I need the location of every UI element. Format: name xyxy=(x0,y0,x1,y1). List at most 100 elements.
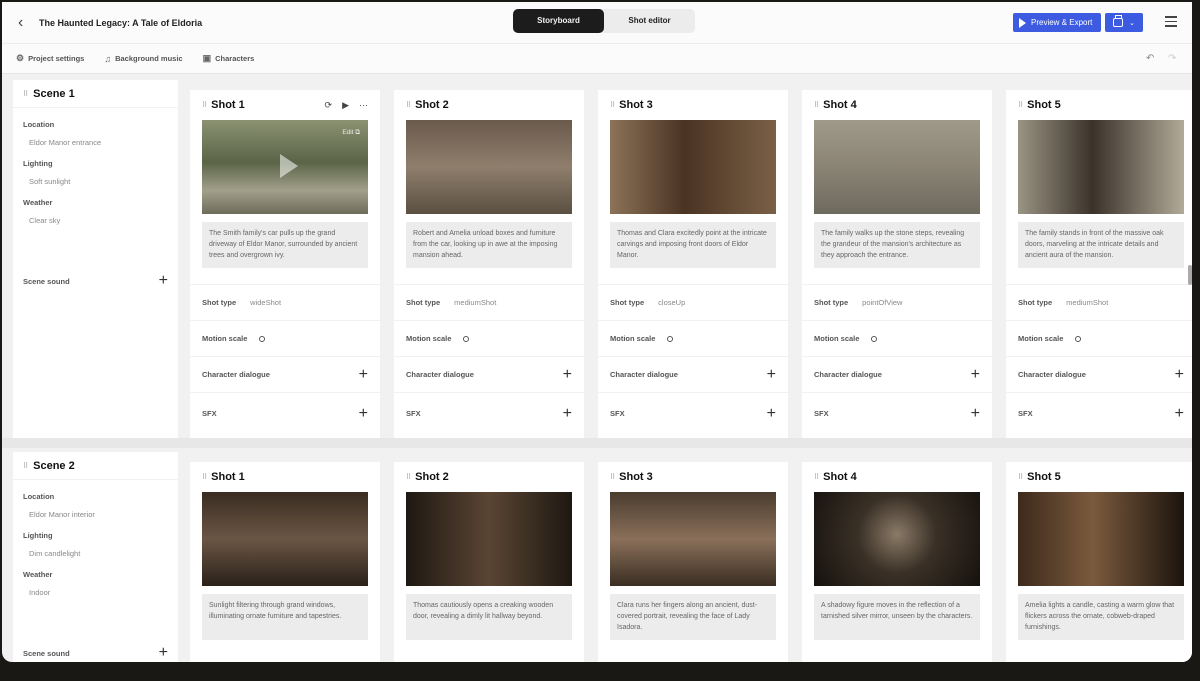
location-value[interactable]: Eldor Manor interior xyxy=(29,510,168,519)
drag-handle-icon[interactable]: ⠿ xyxy=(23,90,28,98)
shot-description[interactable]: The Smith family's car pulls up the gran… xyxy=(202,222,368,268)
shot-card[interactable]: ⠿ Shot 2 Thomas cautiously opens a creak… xyxy=(394,462,584,662)
add-dialogue-icon[interactable]: + xyxy=(971,366,980,383)
shot-description[interactable]: Sunlight filtering through grand windows… xyxy=(202,594,368,640)
motion-scale-label: Motion scale xyxy=(814,334,860,343)
shot-thumbnail[interactable] xyxy=(814,120,980,214)
drag-handle-icon[interactable]: ⠿ xyxy=(1018,473,1023,481)
motion-scale-slider[interactable] xyxy=(667,335,674,342)
drag-handle-icon[interactable]: ⠿ xyxy=(610,101,615,109)
characters-button[interactable]: ▣ Characters xyxy=(203,53,255,64)
shot-card[interactable]: ⠿ Shot 1 ⟳ ▶ ··· Edit ⧉ The Smith family… xyxy=(190,90,380,438)
regenerate-icon[interactable]: ⟳ xyxy=(325,100,333,111)
shot-description[interactable]: Robert and Amelia unload boxes and furni… xyxy=(406,222,572,268)
shot-card[interactable]: ⠿ Shot 1 Sunlight filtering through gran… xyxy=(190,462,380,662)
back-button[interactable]: ‹ xyxy=(18,14,32,32)
tab-storyboard[interactable]: Storyboard xyxy=(513,9,604,33)
shot-header: ⠿ Shot 2 xyxy=(394,462,584,492)
shot-type-value[interactable]: mediumShot xyxy=(454,298,496,307)
drag-handle-icon[interactable]: ⠿ xyxy=(814,101,819,109)
more-icon[interactable]: ··· xyxy=(359,100,368,111)
redo-icon[interactable]: ↷ xyxy=(1168,53,1176,64)
shot-thumbnail[interactable] xyxy=(406,120,572,214)
shot-card[interactable]: ⠿ Shot 4 The family walks up the stone s… xyxy=(802,90,992,438)
add-sfx-icon[interactable]: + xyxy=(563,405,572,422)
shot-description[interactable]: The family stands in front of the massiv… xyxy=(1018,222,1184,268)
add-sfx-icon[interactable]: + xyxy=(1175,405,1184,422)
add-scene-sound-icon[interactable]: + xyxy=(159,645,168,661)
preview-export-button[interactable]: Preview & Export xyxy=(1013,13,1101,32)
weather-label: Weather xyxy=(23,198,53,207)
drag-handle-icon[interactable]: ⠿ xyxy=(814,473,819,481)
save-dropdown-button[interactable]: ⌄ xyxy=(1105,13,1143,32)
motion-scale-slider[interactable] xyxy=(1075,335,1082,342)
shot-card[interactable]: ⠿ Shot 3 Thomas and Clara excitedly poin… xyxy=(598,90,788,438)
lighting-value[interactable]: Soft sunlight xyxy=(29,177,168,186)
shot-description[interactable]: Thomas cautiously opens a creaking woode… xyxy=(406,594,572,640)
sfx-label: SFX xyxy=(610,409,625,418)
add-dialogue-icon[interactable]: + xyxy=(563,366,572,383)
weather-value[interactable]: Indoor xyxy=(29,588,168,597)
drag-handle-icon[interactable]: ⠿ xyxy=(406,473,411,481)
shot-thumbnail[interactable] xyxy=(814,492,980,586)
add-sfx-icon[interactable]: + xyxy=(359,405,368,422)
project-settings-button[interactable]: ⚙ Project settings xyxy=(16,53,84,64)
shot-description[interactable]: Thomas and Clara excitedly point at the … xyxy=(610,222,776,268)
shot-card[interactable]: ⠿ Shot 4 A shadowy figure moves in the r… xyxy=(802,462,992,662)
shot-thumbnail[interactable] xyxy=(1018,120,1184,214)
shot-card[interactable]: ⠿ Shot 3 Clara runs her fingers along an… xyxy=(598,462,788,662)
shot-card[interactable]: ⠿ Shot 5 Amelia lights a candle, casting… xyxy=(1006,462,1192,662)
play-overlay-icon[interactable] xyxy=(280,154,298,178)
location-value[interactable]: Eldor Manor entrance xyxy=(29,138,168,147)
shot-type-label: Shot type xyxy=(1018,298,1053,307)
shot-thumbnail[interactable]: Edit ⧉ xyxy=(202,120,368,214)
motion-scale-slider[interactable] xyxy=(871,335,878,342)
add-dialogue-icon[interactable]: + xyxy=(767,366,776,383)
shot-description[interactable]: Clara runs her fingers along an ancient,… xyxy=(610,594,776,640)
shot-thumbnail[interactable] xyxy=(610,120,776,214)
add-sfx-icon[interactable]: + xyxy=(971,405,980,422)
add-dialogue-icon[interactable]: + xyxy=(359,366,368,383)
shot-header: ⠿ Shot 4 xyxy=(802,462,992,492)
shot-thumbnail[interactable] xyxy=(610,492,776,586)
shot-type-value[interactable]: closeUp xyxy=(658,298,685,307)
shot-thumbnail[interactable] xyxy=(406,492,572,586)
motion-scale-slider[interactable] xyxy=(463,335,470,342)
drag-handle-icon[interactable]: ⠿ xyxy=(23,462,28,470)
add-scene-sound-icon[interactable]: + xyxy=(159,273,168,289)
motion-scale-label: Motion scale xyxy=(1018,334,1064,343)
edit-thumbnail-button[interactable]: Edit ⧉ xyxy=(342,129,360,137)
background-music-button[interactable]: ♫ Background music xyxy=(104,54,182,64)
shot-thumbnail[interactable] xyxy=(1018,492,1184,586)
shot-type-row: Shot type mediumShot xyxy=(1006,284,1192,320)
shot-type-row: Shot type mediumShot xyxy=(394,284,584,320)
add-dialogue-icon[interactable]: + xyxy=(1175,366,1184,383)
drag-handle-icon[interactable]: ⠿ xyxy=(202,473,207,481)
add-sfx-icon[interactable]: + xyxy=(767,405,776,422)
shot-thumbnail[interactable] xyxy=(202,492,368,586)
motion-scale-slider[interactable] xyxy=(259,335,266,342)
vertical-scrollbar[interactable] xyxy=(1188,265,1192,285)
shot-type-value[interactable]: wideShot xyxy=(250,298,281,307)
lighting-value[interactable]: Dim candlelight xyxy=(29,549,168,558)
sfx-row: SFX + xyxy=(190,392,380,434)
drag-handle-icon[interactable]: ⠿ xyxy=(406,101,411,109)
drag-handle-icon[interactable]: ⠿ xyxy=(1018,101,1023,109)
shot-description[interactable]: A shadowy figure moves in the reflection… xyxy=(814,594,980,640)
shot-type-value[interactable]: pointOfView xyxy=(862,298,902,307)
motion-scale-row: Motion scale xyxy=(1006,320,1192,356)
shot-description[interactable]: The family walks up the stone steps, rev… xyxy=(814,222,980,268)
shot-card[interactable]: ⠿ Shot 2 Robert and Amelia unload boxes … xyxy=(394,90,584,438)
drag-handle-icon[interactable]: ⠿ xyxy=(202,101,207,109)
shot-type-value[interactable]: mediumShot xyxy=(1066,298,1108,307)
shot-type-label: Shot type xyxy=(202,298,237,307)
shot-card[interactable]: ⠿ Shot 5 The family stands in front of t… xyxy=(1006,90,1192,438)
undo-icon[interactable]: ↶ xyxy=(1146,53,1154,64)
hamburger-menu-icon[interactable] xyxy=(1165,16,1177,30)
play-icon[interactable]: ▶ xyxy=(342,100,349,111)
weather-value[interactable]: Clear sky xyxy=(29,216,168,225)
shot-description[interactable]: Amelia lights a candle, casting a warm g… xyxy=(1018,594,1184,640)
project-settings-label: Project settings xyxy=(28,54,85,63)
drag-handle-icon[interactable]: ⠿ xyxy=(610,473,615,481)
tab-shot-editor[interactable]: Shot editor xyxy=(604,9,695,33)
